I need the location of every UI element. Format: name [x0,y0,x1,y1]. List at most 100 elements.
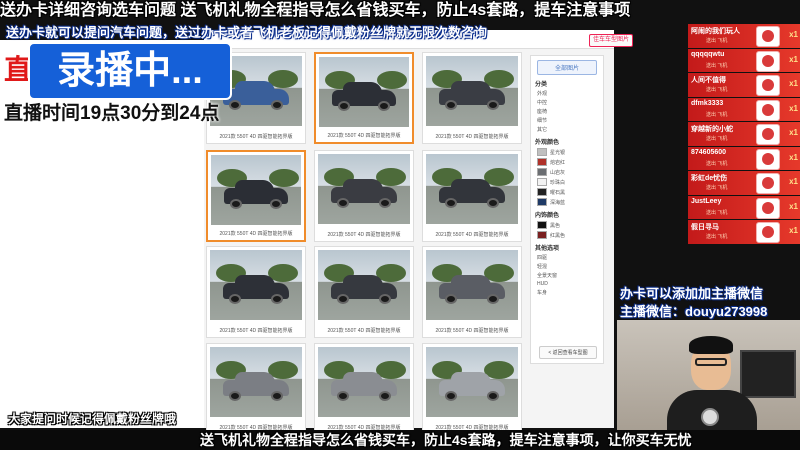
filter-option[interactable]: 中控 [537,99,603,106]
filter-option[interactable]: 四驱 [537,254,603,261]
filter-option[interactable]: 其它 [537,126,603,133]
gift-notification: 穿越新的小蛇 送出 飞机 x1 [688,122,800,146]
car-photo-thumb[interactable]: 2021款 550T 4D 四驱智能拓界版 [422,246,522,338]
car-photo-thumb[interactable]: 2021款 550T 4D 四驱智能拓界版 [422,343,522,435]
streamer-hair [689,336,733,354]
color-swatch [537,178,547,186]
color-swatch [537,148,547,156]
filter-sections: 分类 外观 中控 座椅 细节 其它 外观颜色 星光银 熔岩红 山岩灰 珍珠白 曜石黑 深海蓝 内饰颜色 黑色… [531,79,603,296]
photo-caption: 2021款 550T 4D 四驱智能拓界版 [219,328,293,334]
filter-option-label: 曜石黑 [550,189,566,196]
car-photo-thumb[interactable]: 2021款 550T 4D 四驱智能拓界版 [314,150,414,242]
filter-option[interactable]: 深海蓝 [537,198,603,206]
photo-caption: 2021款 550T 4D 四驱智能拓界版 [435,232,509,238]
filter-option-label: 外观 [537,91,548,97]
gift-action: 送出 飞机 [706,185,728,191]
car-photo-thumb[interactable]: 2021款 550T 4D 四驱智能拓界版 [314,246,414,338]
car-part [378,293,391,304]
color-swatch [537,198,547,206]
gift-action: 送出 飞机 [706,111,728,118]
filter-option[interactable]: 细节 [537,117,603,124]
filter-option[interactable]: 红黑色 [537,231,603,239]
gift-notification: 彩虹de忧伤 送出 飞机 x1 [688,171,800,195]
gift-quantity: x1 [789,177,798,186]
filter-option[interactable]: 珍珠白 [537,178,603,186]
car-part [337,390,350,401]
filter-option-label: 山岩灰 [550,169,566,176]
filter-option-label: 黑色 [550,222,561,229]
filter-option[interactable]: 轻混 [537,263,603,270]
photo-caption: 2021款 550T 4D 四驱智能拓界版 [327,232,401,238]
filter-option[interactable]: 曜石黑 [537,188,603,196]
car-part [229,99,242,110]
recording-badge: 录播中... [28,42,232,100]
streamer-webcam [617,320,800,430]
filter-option-label: 细节 [537,118,548,124]
gift-quantity: x1 [789,30,798,39]
photo-caption: 2021款 550T 4D 四驱智能拓界版 [435,328,509,334]
gift-quantity: x1 [789,152,798,162]
car-photo-thumb[interactable]: 2021款 550T 4D 四驱智能拓界版 [206,343,306,435]
filter-option[interactable]: 外观 [537,90,603,97]
car-part [229,390,242,401]
gift-username: qqqqqwtu [691,50,725,58]
car-photo-thumb[interactable]: 2021款 550T 4D 四驱智能拓界版 [206,246,306,338]
photo-scene [426,154,518,224]
gift-quantity: x1 [789,201,798,211]
gift-quantity: x1 [789,54,798,64]
car-photo-thumb[interactable]: 2021款 550T 4D 四驱智能拓界版 [314,52,414,144]
filter-option[interactable]: 星光银 [537,148,603,156]
filter-option[interactable]: HUD [537,281,603,287]
car-part [230,198,242,209]
color-swatch [537,231,547,239]
car-part [270,293,283,304]
filter-option-label: 熔岩红 [550,159,566,166]
bottom-promo-text: 送飞机礼物全程指导怎么省钱买车，防止4s套路，提车注意事项，让你买车无忧 [200,432,692,448]
plane-gift-icon [756,124,780,145]
car-part [270,99,283,110]
gift-notification: dfmk3333 送出 飞机 x1 [688,97,800,121]
car-photo-thumb[interactable]: 2021款 550T 4D 四驱智能拓界版 [206,150,306,242]
gift-notification: 阿闹的我们玩人 送出 飞机 x1 [688,24,800,48]
back-to-model-button[interactable]: < 返回查看车型图 [539,346,597,359]
filter-option[interactable]: 车身 [537,289,603,296]
car-part [486,293,499,304]
top-promo-banner: 送办卡详细咨询选车问题 送飞机礼物全程指导怎么省钱买车，防止4s套路，提车注意事… [0,2,631,19]
live-schedule: 直播时间19点30分到24点 [4,103,220,124]
gift-action: 送出 飞机 [706,38,728,44]
color-swatch [537,188,547,196]
filter-option-label: 珍珠白 [550,179,566,186]
microphone-icon [701,408,719,426]
suv-image [222,371,290,401]
suv-image [438,80,506,110]
car-part [229,293,242,304]
plane-gift-icon [756,173,780,194]
car-photo-thumb[interactable]: 2021款 550T 4D 四驱智能拓界版 [422,150,522,242]
filter-option[interactable]: 全景天窗 [537,272,603,279]
suv-image [438,178,506,208]
car-list-button[interactable]: 佳车车型图片 [589,34,634,47]
fan-badge-tip: 大家提问时候记得佩戴粉丝牌哦 [8,412,177,426]
glasses [695,358,727,366]
filter-option[interactable]: 黑色 [537,221,603,229]
car-part [337,293,350,304]
car-part [486,390,499,401]
plane-gift-icon [756,75,780,96]
photo-caption: 2021款 550T 4D 四驱智能拓界版 [435,134,509,140]
gift-action: 送出 飞机 [706,234,728,240]
color-swatch [537,158,547,166]
filter-option[interactable]: 熔岩红 [537,158,603,166]
photo-scene [426,347,518,417]
car-part [270,390,283,401]
photo-scene [319,57,409,127]
filter-option[interactable]: 座椅 [537,108,603,115]
filter-option[interactable]: 山岩灰 [537,168,603,176]
car-photo-thumb[interactable]: 2021款 550T 4D 四驱智能拓界版 [314,343,414,435]
view-all-button[interactable]: 全部图片 [537,60,597,75]
car-part [486,99,499,110]
wechat-note: 办卡可以添加加主播微信 [620,286,764,301]
car-photo-thumb[interactable]: 2021款 550T 4D 四驱智能拓界版 [422,52,522,144]
gift-notification: qqqqqwtu 送出 飞机 x1 [688,48,800,72]
gift-notification: 874605600 送出 飞机 x1 [688,146,800,170]
photo-scene [426,56,518,126]
